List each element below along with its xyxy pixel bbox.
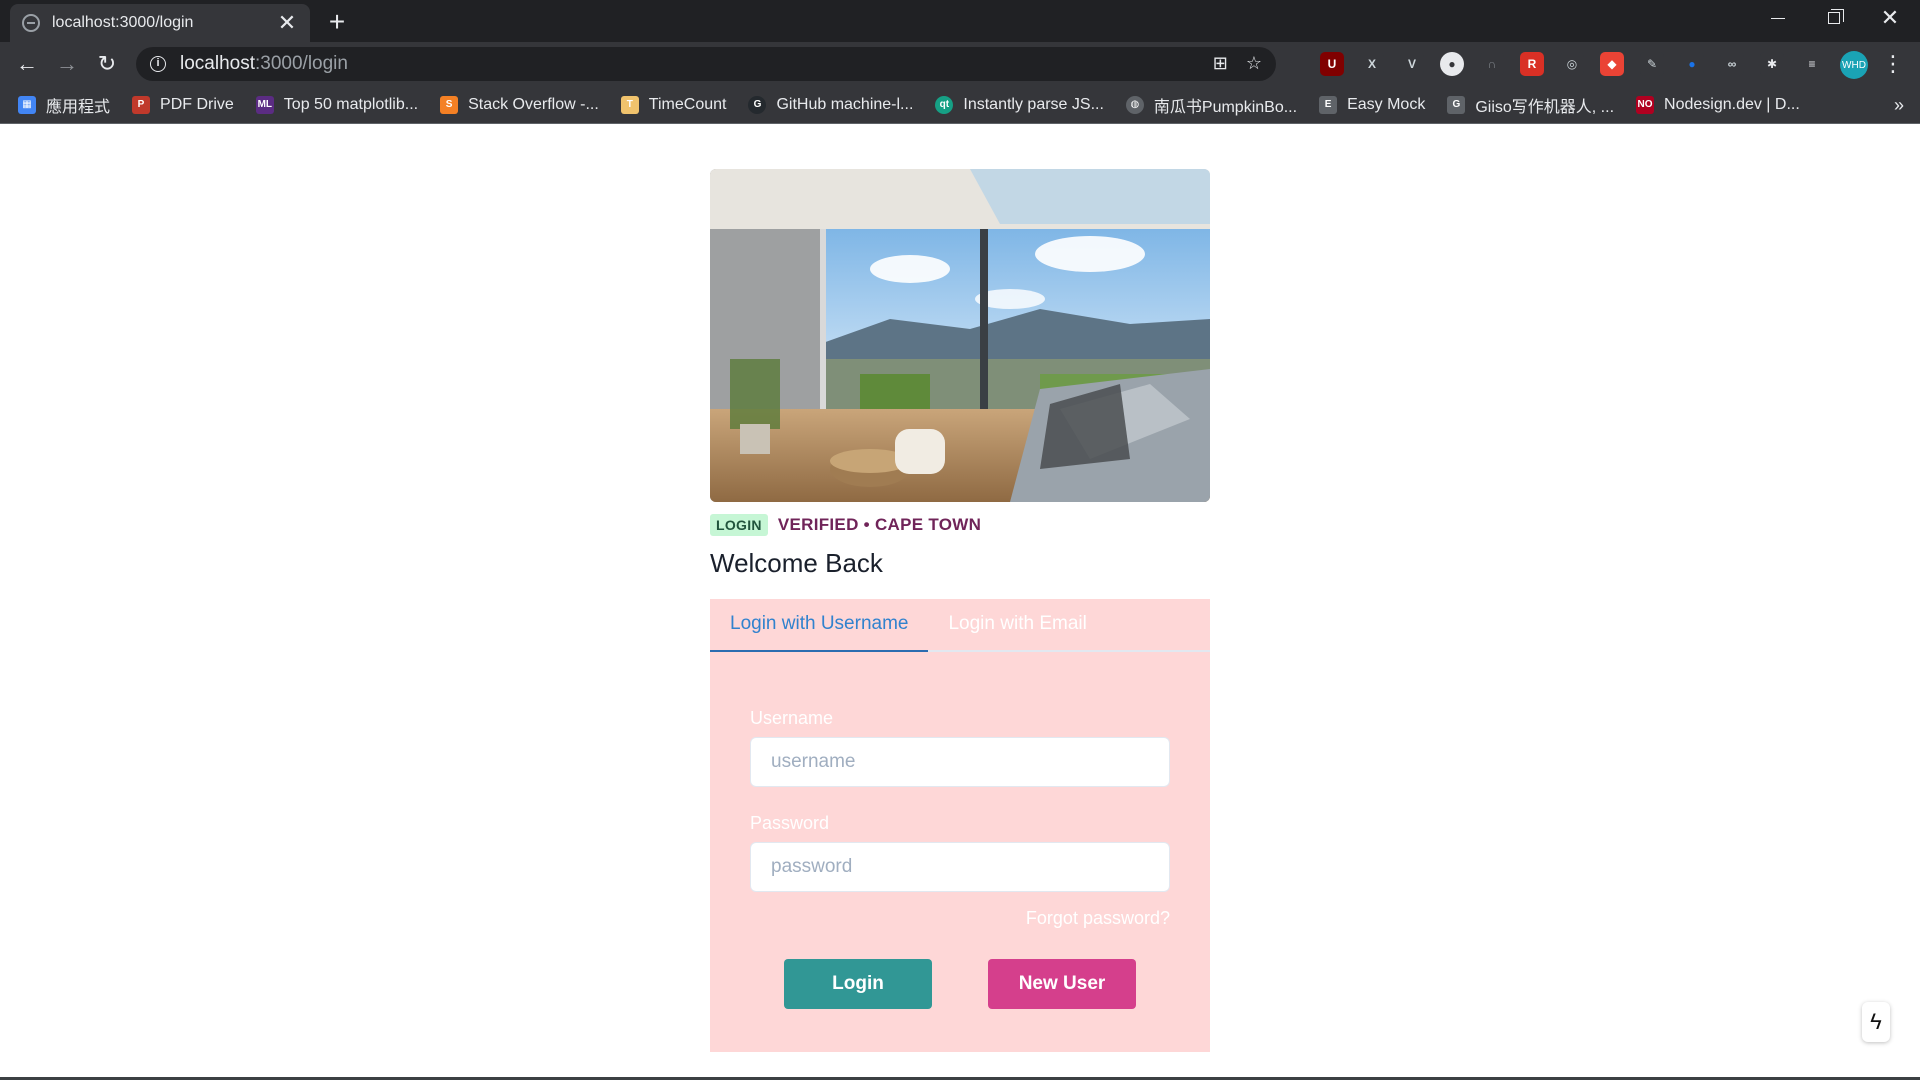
globe-icon: [22, 14, 40, 32]
bookmark-stackoverflow[interactable]: S Stack Overflow -...: [440, 95, 599, 114]
restore-button[interactable]: [1806, 0, 1862, 36]
bookmark-pumpkinbook[interactable]: ◍ 南瓜书PumpkinBo...: [1125, 93, 1298, 117]
bookmark-label: 應用程式: [46, 98, 111, 116]
back-arrow-icon[interactable]: ←: [12, 50, 42, 80]
bookmark-nodesign[interactable]: NO Nodesign.dev | D...: [1636, 95, 1800, 114]
bookmark-label: Nodesign.dev | D...: [1664, 95, 1800, 113]
github-icon: G: [748, 95, 767, 114]
ml-icon: ML: [255, 95, 274, 114]
bookmarks-overflow-button[interactable]: »: [1894, 86, 1904, 124]
bookmark-quicktype[interactable]: qt Instantly parse JS...: [935, 95, 1104, 114]
ublock-icon[interactable]: U: [1320, 52, 1344, 76]
translate-icon[interactable]: ⊞: [1213, 53, 1228, 74]
tab-login-username[interactable]: Login with Username: [710, 599, 929, 652]
lightning-icon[interactable]: ϟ: [1862, 1002, 1890, 1042]
bookmarks-bar: ▦ 應用程式 P PDF Drive ML Top 50 matplotlib... …: [0, 86, 1920, 124]
bookmark-github[interactable]: G GitHub machine-l...: [748, 95, 914, 114]
password-label: Password: [750, 813, 830, 833]
browser-tab[interactable]: localhost:3000/login ✕: [10, 4, 310, 42]
page-title: Welcome Back: [710, 548, 883, 578]
minimize-button[interactable]: [1750, 0, 1806, 36]
headphones-icon[interactable]: ∩: [1480, 52, 1504, 76]
easymock-icon: E: [1319, 95, 1338, 114]
blue-dot-extension-icon[interactable]: ●: [1680, 52, 1704, 76]
page-content: LOGIN VERIFIED • CAPE TOWN Welcome Back …: [0, 124, 1920, 1080]
new-tab-button[interactable]: +: [322, 8, 352, 38]
pdf-drive-icon: P: [132, 95, 151, 114]
bookmark-label: Stack Overflow -...: [468, 95, 599, 113]
login-tabs: Login with Username Login with Email: [710, 599, 1210, 652]
bookmark-label: GitHub machine-l...: [776, 95, 914, 113]
bookmark-easymock[interactable]: E Easy Mock: [1319, 95, 1426, 114]
bookmark-label: 南瓜书PumpkinBo...: [1153, 98, 1298, 116]
bookmark-pdf-drive[interactable]: P PDF Drive: [132, 95, 234, 114]
target-icon[interactable]: ◎: [1560, 52, 1584, 76]
bookmark-giiso[interactable]: G Giiso写作机器人, ...: [1447, 93, 1614, 117]
password-input[interactable]: [750, 842, 1170, 892]
username-input[interactable]: [750, 737, 1170, 787]
glasses-extension-icon[interactable]: ∞: [1720, 52, 1744, 76]
cube-extension-icon[interactable]: ◆: [1600, 52, 1624, 76]
address-bar[interactable]: i localhost:3000/login ⊞ ☆: [136, 47, 1276, 81]
new-user-button[interactable]: New User: [988, 959, 1136, 1009]
bookmark-label: Easy Mock: [1347, 95, 1426, 113]
url-path: :3000/login: [255, 53, 348, 74]
giiso-icon: G: [1447, 95, 1466, 114]
vue-devtools-icon[interactable]: V: [1400, 52, 1424, 76]
more-menu-icon[interactable]: ⋮: [1882, 50, 1904, 78]
info-icon[interactable]: i: [150, 56, 166, 72]
status-badge: LOGIN: [710, 514, 768, 536]
login-form: Username Password Forgot password? Login…: [710, 652, 1210, 1009]
login-button[interactable]: Login: [784, 959, 932, 1009]
restore-icon: [1828, 9, 1844, 24]
login-panel: Login with Username Login with Email Use…: [710, 599, 1210, 1052]
login-card: LOGIN VERIFIED • CAPE TOWN Welcome Back …: [710, 169, 1210, 1052]
bookmark-timecount[interactable]: T TimeCount: [620, 95, 727, 114]
bookmark-label: TimeCount: [648, 95, 727, 113]
timecount-icon: T: [620, 95, 639, 114]
tab-login-email[interactable]: Login with Email: [928, 599, 1106, 650]
close-window-button[interactable]: ✕: [1862, 0, 1918, 36]
tab-title: localhost:3000/login: [52, 14, 194, 31]
bookmark-label: Giiso写作机器人, ...: [1475, 98, 1615, 116]
listing-meta: LOGIN VERIFIED • CAPE TOWN: [710, 514, 1210, 536]
profile-avatar[interactable]: WHD: [1840, 51, 1868, 79]
red-extension-icon[interactable]: R: [1520, 52, 1544, 76]
nodesign-icon: NO: [1636, 95, 1655, 114]
stackoverflow-icon: S: [440, 95, 459, 114]
x-extension-icon[interactable]: X: [1360, 52, 1384, 76]
bookmark-apps[interactable]: ▦ 應用程式: [18, 93, 110, 117]
close-icon[interactable]: ✕: [276, 12, 298, 34]
url-host: localhost: [180, 53, 255, 74]
username-label: Username: [750, 708, 834, 728]
action-buttons: Login New User: [750, 959, 1170, 1009]
bookmark-star-icon[interactable]: ☆: [1246, 53, 1262, 74]
reading-list-icon[interactable]: ≡: [1800, 52, 1824, 76]
circle-extension-icon[interactable]: ●: [1440, 52, 1464, 76]
apps-grid-icon: ▦: [18, 95, 36, 114]
pen-extension-icon[interactable]: ✎: [1640, 52, 1664, 76]
hero-image: [710, 169, 1210, 502]
reload-icon[interactable]: ↻: [92, 50, 122, 80]
extensions-row: U X V ● ∩ R ◎ ◆ ✎ ● ∞ ✱ ≡: [1320, 52, 1824, 76]
globe-icon: ◍: [1125, 95, 1144, 114]
forgot-password-link[interactable]: Forgot password?: [750, 908, 1170, 929]
browser-tabstrip: localhost:3000/login ✕ + ✕: [0, 0, 1920, 42]
puzzle-extensions-icon[interactable]: ✱: [1760, 52, 1784, 76]
location-subtitle: VERIFIED • CAPE TOWN: [777, 515, 982, 534]
quicktype-icon: qt: [935, 95, 954, 114]
bookmark-label: Top 50 matplotlib...: [283, 95, 419, 113]
minimize-icon: [1771, 17, 1785, 19]
bookmark-label: Instantly parse JS...: [963, 95, 1104, 113]
bookmark-label: PDF Drive: [160, 95, 234, 113]
forward-arrow-icon[interactable]: →: [52, 50, 82, 80]
bookmark-matplotlib[interactable]: ML Top 50 matplotlib...: [255, 95, 419, 114]
